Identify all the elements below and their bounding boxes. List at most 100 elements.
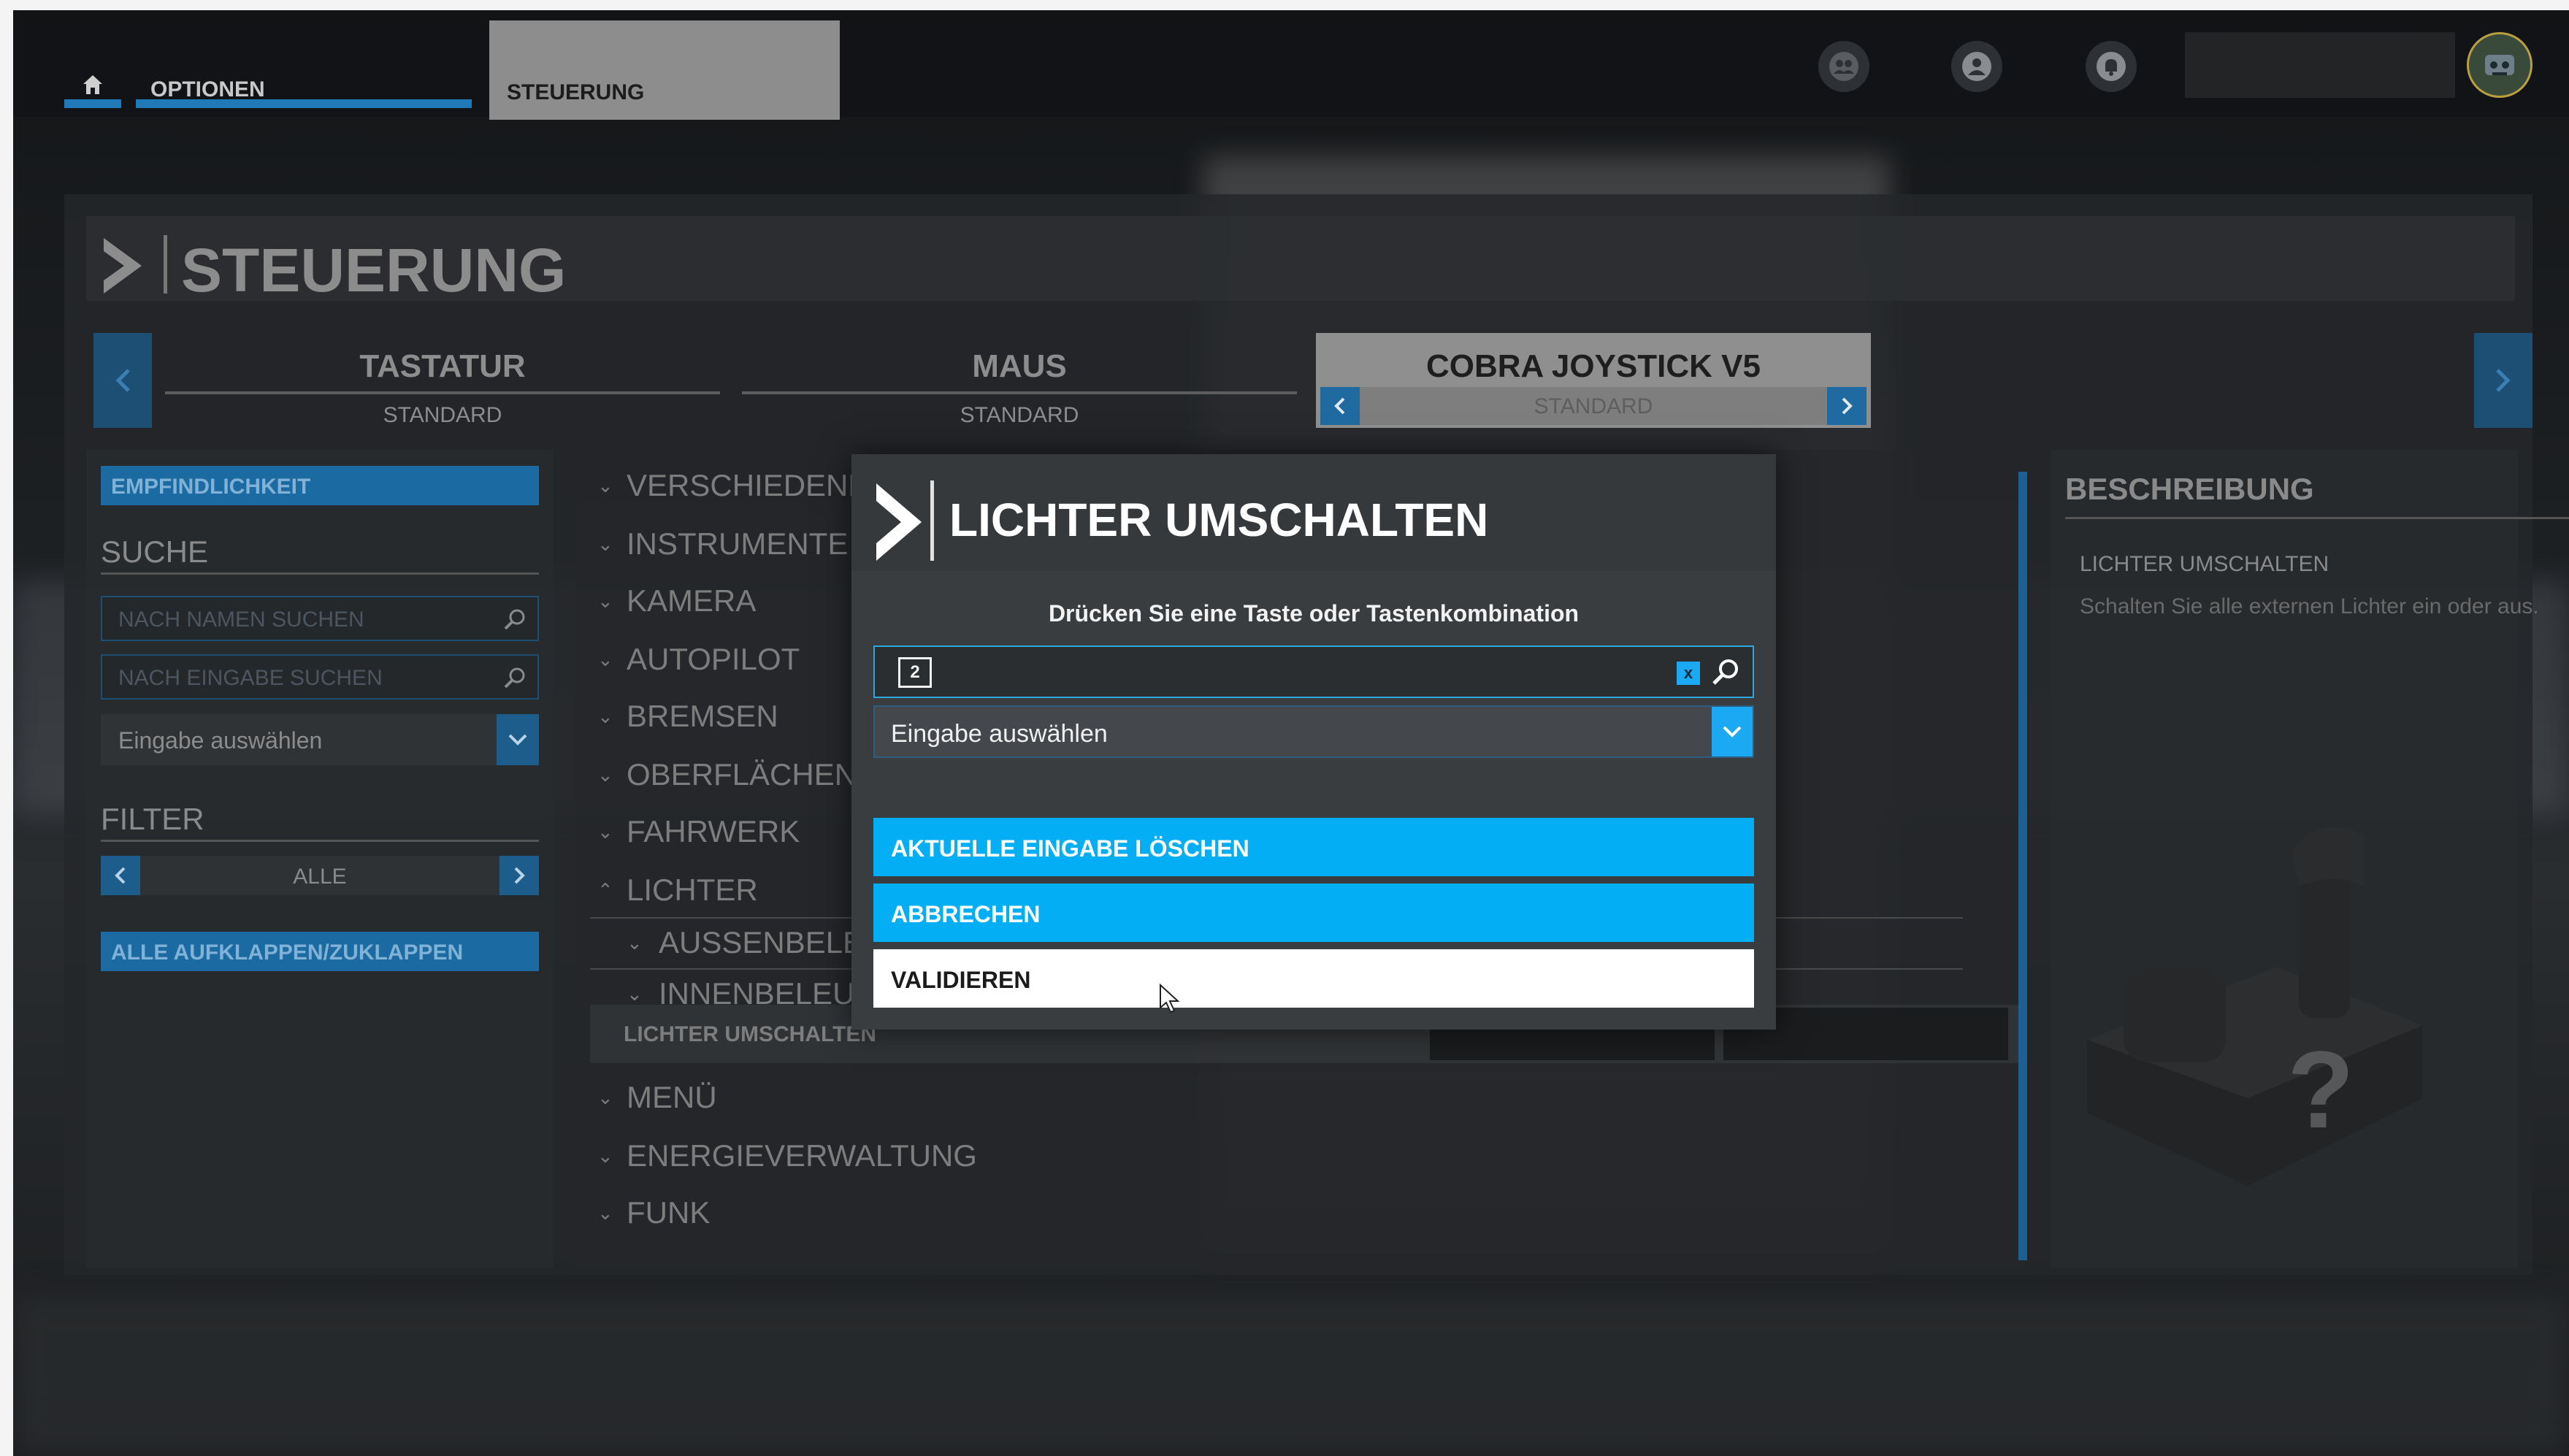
category-instruments[interactable]: ⌄ INSTRUMENTE [597, 518, 848, 570]
category-label: ENERGIEVERWALTUNG [627, 1138, 977, 1173]
chevron-down-icon [508, 734, 527, 746]
category-surfaces[interactable]: ⌄ OBERFLÄCHEN [597, 749, 857, 800]
search-placeholder: NACH NAMEN SUCHEN [118, 608, 364, 632]
category-label: OBERFLÄCHEN [627, 757, 857, 792]
title-separator [164, 235, 167, 294]
friends-button[interactable] [1818, 41, 1869, 92]
chevron-down-icon: ⌄ [627, 982, 643, 1005]
clear-current-input-button[interactable]: AKTUELLE EINGABE LÖSCHEN [873, 818, 1754, 876]
category-label: MENÜ [627, 1080, 717, 1114]
profile-button[interactable] [1951, 41, 2002, 92]
divider [101, 572, 539, 575]
device-name: COBRA JOYSTICK V5 [1425, 348, 1761, 384]
user-name-box[interactable] [2185, 32, 2455, 98]
chevron-right-icon [514, 867, 525, 884]
category-label: KAMERA [627, 583, 757, 618]
category-brakes[interactable]: ⌄ BREMSEN [597, 691, 778, 742]
friends-icon [1829, 52, 1858, 81]
home-button[interactable] [64, 61, 121, 108]
search-by-name-input[interactable]: NACH NAMEN SUCHEN [101, 596, 539, 641]
divider [2065, 517, 2569, 519]
profile-next-button[interactable] [1827, 387, 1867, 425]
divider [101, 840, 539, 842]
device-profile: STANDARD [1534, 394, 1653, 418]
key-badge: 2 [898, 657, 932, 688]
chevron-right-icon [2496, 369, 2511, 392]
device-prev-button[interactable] [93, 333, 152, 428]
clear-input-button[interactable]: x [1677, 662, 1700, 685]
filter-next-button[interactable] [499, 856, 539, 895]
category-misc[interactable]: ⌄ VERSCHIEDENE [597, 460, 868, 511]
category-label: VERSCHIEDENE [627, 468, 869, 502]
filter-heading: FILTER [101, 802, 204, 836]
chevron-logo-icon [876, 483, 922, 561]
chevron-down-icon [1723, 726, 1742, 737]
chevron-down-icon: ⌄ [597, 1144, 613, 1167]
notifications-button[interactable] [2086, 41, 2137, 92]
filter-selector: ALLE [101, 856, 539, 895]
validate-button[interactable]: VALIDIEREN [873, 949, 1754, 1008]
joystick-illustration: ? [2087, 827, 2423, 1186]
tab-options[interactable]: OPTIONEN [136, 61, 472, 108]
key-capture-field[interactable]: 2 x [873, 645, 1754, 698]
category-label: AUTOPILOT [627, 642, 800, 676]
chevron-left-icon [115, 369, 130, 392]
profile-selector: STANDARD [1320, 387, 1867, 425]
top-bar: OPTIONEN STEUERUNG [13, 10, 2569, 120]
chevron-up-icon: ⌃ [597, 878, 613, 901]
search-icon[interactable] [1710, 657, 1741, 688]
profile-icon [1962, 52, 1991, 81]
tab-device-mouse[interactable]: MAUS STANDARD [742, 333, 1297, 428]
page-title: STEUERUNG [181, 236, 567, 304]
app-window: OPTIONEN STEUERUNG STEUERUNG TASTATUR ST… [13, 10, 2569, 1456]
category-menu[interactable]: ⌄ MENÜ [597, 1072, 717, 1123]
search-placeholder: NACH EINGABE SUCHEN [118, 666, 383, 690]
mouse-cursor-icon [1160, 983, 1180, 1014]
category-autopilot[interactable]: ⌄ AUTOPILOT [597, 634, 800, 685]
category-radio[interactable]: ⌄ FUNK [597, 1187, 710, 1238]
title-separator [930, 480, 934, 561]
category-label: INSTRUMENTE [627, 526, 849, 561]
device-next-button[interactable] [2474, 333, 2532, 428]
device-profile: STANDARD [960, 403, 1079, 427]
chevron-down-icon: ⌄ [597, 532, 613, 555]
dropdown-button[interactable] [1712, 707, 1753, 756]
input-select[interactable]: Eingabe auswählen [873, 705, 1754, 758]
subcategory-exterior[interactable]: ⌄ AUSSENBELE [627, 919, 863, 967]
divider [165, 391, 720, 394]
category-lights[interactable]: ⌃ LICHTER [597, 865, 758, 916]
search-heading: SUCHE [101, 534, 209, 569]
subcategory-label: AUSSENBELE [659, 925, 864, 959]
category-label: FUNK [627, 1195, 711, 1230]
tab-device-keyboard[interactable]: TASTATUR STANDARD [165, 333, 720, 428]
category-gear[interactable]: ⌄ FAHRWERK [597, 806, 800, 857]
expand-collapse-all-button[interactable]: ALLE AUFKLAPPEN/ZUKLAPPEN [101, 932, 539, 971]
chevron-down-icon: ⌄ [597, 589, 613, 612]
dialog-title: LICHTER UMSCHALTEN [949, 494, 1489, 546]
device-name: MAUS [972, 348, 1067, 384]
background-floor [13, 1295, 2569, 1456]
description-text: Schalten Sie alle externen Lichter ein o… [2080, 594, 2539, 618]
list-scrollbar[interactable] [2018, 472, 2027, 1260]
chevron-down-icon: ⌄ [597, 1201, 613, 1224]
cancel-button[interactable]: ABBRECHEN [873, 884, 1754, 942]
chevron-down-icon: ⌄ [597, 1086, 613, 1108]
chevron-down-icon: ⌄ [597, 474, 613, 497]
dropdown-button[interactable] [497, 714, 539, 765]
chevron-down-icon: ⌄ [597, 820, 613, 843]
chevron-down-icon: ⌄ [597, 705, 613, 727]
device-profile: STANDARD [383, 403, 502, 427]
page-header: STEUERUNG [86, 216, 2515, 301]
tab-device-joystick[interactable]: COBRA JOYSTICK V5 STANDARD [1316, 333, 1871, 428]
dialog-prompt: Drücken Sie eine Taste oder Tastenkombin… [1048, 600, 1580, 627]
sensitivity-button[interactable]: EMPFINDLICHKEIT [101, 466, 539, 505]
search-by-input-input[interactable]: NACH EINGABE SUCHEN [101, 654, 539, 700]
category-power[interactable]: ⌄ ENERGIEVERWALTUNG [597, 1130, 977, 1181]
description-heading: BESCHREIBUNG [2065, 472, 2314, 506]
tab-controls[interactable]: STEUERUNG [489, 20, 840, 120]
category-camera[interactable]: ⌄ KAMERA [597, 575, 756, 627]
input-select[interactable]: Eingabe auswählen [101, 714, 539, 765]
avatar[interactable] [2467, 32, 2532, 98]
category-label: LICHTER [627, 873, 758, 907]
chevron-down-icon: ⌄ [597, 648, 613, 670]
